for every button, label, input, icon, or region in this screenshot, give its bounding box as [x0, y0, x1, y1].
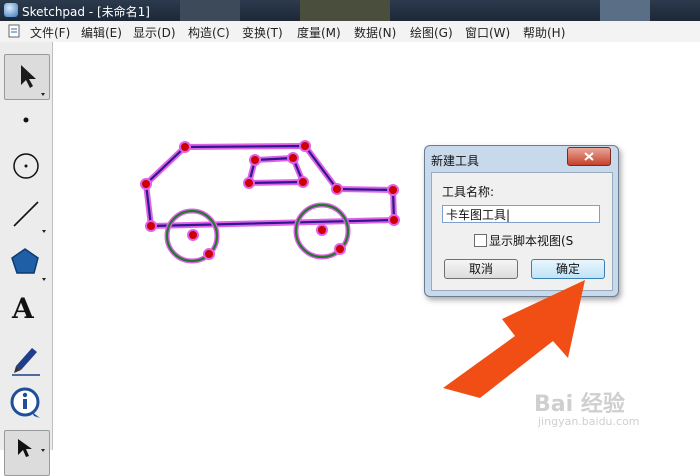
pointer-arrow-icon [443, 280, 585, 398]
watermark-url: jingyan.baidu.com [538, 415, 640, 428]
watermark-text: Bai 经验 [534, 392, 625, 417]
